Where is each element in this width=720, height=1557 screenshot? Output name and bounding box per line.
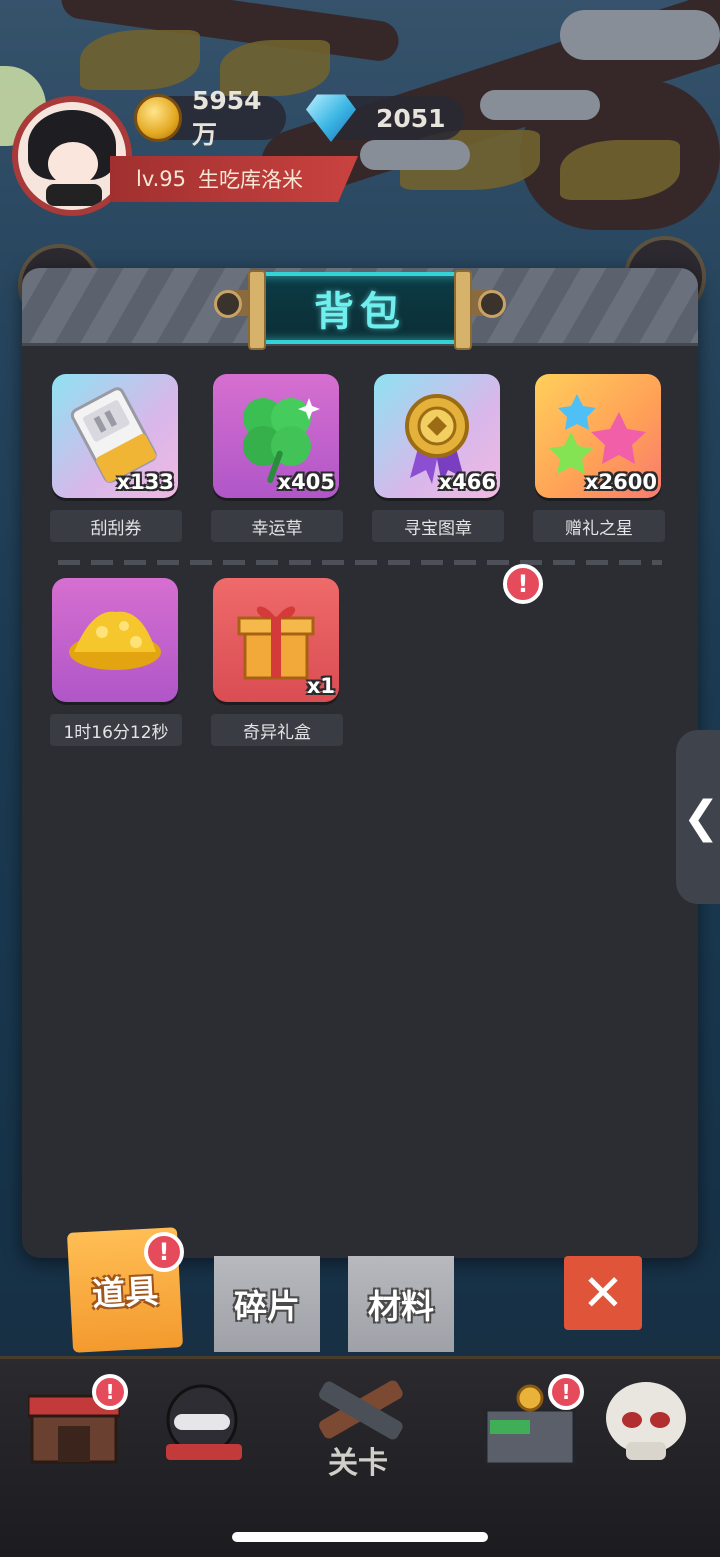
- coin-counter[interactable]: 5954万: [134, 86, 286, 149]
- player-level: lv.95: [136, 167, 187, 191]
- row-divider: [58, 560, 662, 565]
- collapse-side-button[interactable]: ❮: [676, 730, 720, 904]
- item-timer: 1时16分12秒: [50, 714, 182, 746]
- item-name: 幸运草: [211, 510, 343, 542]
- item-count: x2600: [585, 470, 657, 494]
- nav-bank-button[interactable]: !: [484, 1374, 584, 1468]
- item-count: x133: [116, 470, 174, 494]
- shop-alert-icon: !: [92, 1374, 128, 1410]
- player-name: 生吃库洛米: [198, 168, 304, 192]
- skull-icon: [606, 1382, 686, 1460]
- item-count: x466: [438, 470, 496, 494]
- chevron-left-icon: ❮: [682, 791, 720, 843]
- nav-boss-button[interactable]: [600, 1376, 692, 1468]
- nav-shop-button[interactable]: !: [26, 1374, 128, 1468]
- bank-alert-icon: !: [548, 1374, 584, 1410]
- coin-icon: [134, 94, 182, 142]
- level-banner: lv.95 生吃库洛米: [110, 156, 358, 202]
- item-name: 赠礼之星: [533, 510, 665, 542]
- title-scroll-end: [214, 290, 242, 318]
- tab-materials[interactable]: 材料: [348, 1256, 454, 1352]
- ninja-icon: [166, 1384, 242, 1460]
- backpack-panel: x133 刮刮券 x405 幸运草 x466 寻宝图章 x2600 赠礼之星 1…: [22, 268, 698, 1258]
- item-name: 刮刮券: [50, 510, 182, 542]
- title-scroll-end: [478, 290, 506, 318]
- nav-stage-label: 关卡: [328, 1446, 388, 1481]
- gold-pile-icon: [69, 611, 161, 670]
- tab-fragments[interactable]: 碎片: [214, 1256, 320, 1352]
- coin-value: 5954万: [192, 85, 262, 149]
- new-item-alert-icon: !: [503, 564, 543, 604]
- item-name: 寻宝图章: [372, 510, 504, 542]
- home-indicator[interactable]: [232, 1532, 488, 1542]
- close-button[interactable]: ✕: [564, 1256, 642, 1330]
- panel-title: 背包: [314, 289, 406, 335]
- panel-title-plate: 背包: [248, 270, 472, 350]
- gem-value: 2051: [376, 103, 446, 133]
- close-icon: ✕: [582, 1264, 624, 1322]
- item-count: x405: [277, 470, 335, 494]
- tab-items-label: 道具: [91, 1271, 160, 1314]
- nav-character-button[interactable]: [156, 1378, 248, 1470]
- item-count: x1: [306, 674, 335, 698]
- item-name: 奇异礼盒: [211, 714, 343, 746]
- tab-materials-label: 材料: [368, 1287, 434, 1326]
- gem-counter[interactable]: 2051: [306, 94, 464, 142]
- tab-items-alert-icon: !: [144, 1232, 184, 1272]
- tab-fragments-label: 碎片: [234, 1287, 300, 1326]
